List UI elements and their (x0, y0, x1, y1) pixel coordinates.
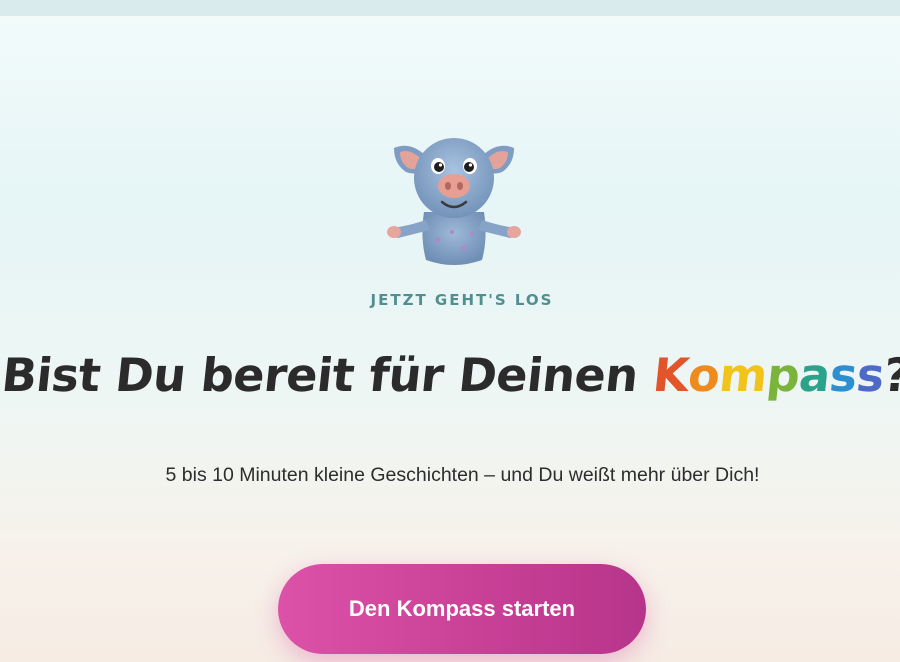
eyebrow-label: JETZT GEHT'S LOS (370, 291, 554, 309)
page-title: Bist Du bereit für Deinen Kompass? (0, 348, 900, 402)
start-compass-button[interactable]: Den Kompass starten (278, 564, 646, 654)
title-highlight-letter: m (716, 348, 770, 402)
title-prefix: Bist Du bereit für Deinen (0, 348, 657, 402)
intro-text: 5 bis 10 Minuten kleine Geschichten – un… (165, 464, 760, 486)
title-highlight-kompass: Kompass (650, 348, 886, 402)
pig-mascot-icon (387, 138, 521, 265)
title-highlight-letter: K (650, 348, 692, 402)
hero-section: JETZT GEHT'S LOS Bist Du bereit für Dein… (0, 0, 900, 662)
